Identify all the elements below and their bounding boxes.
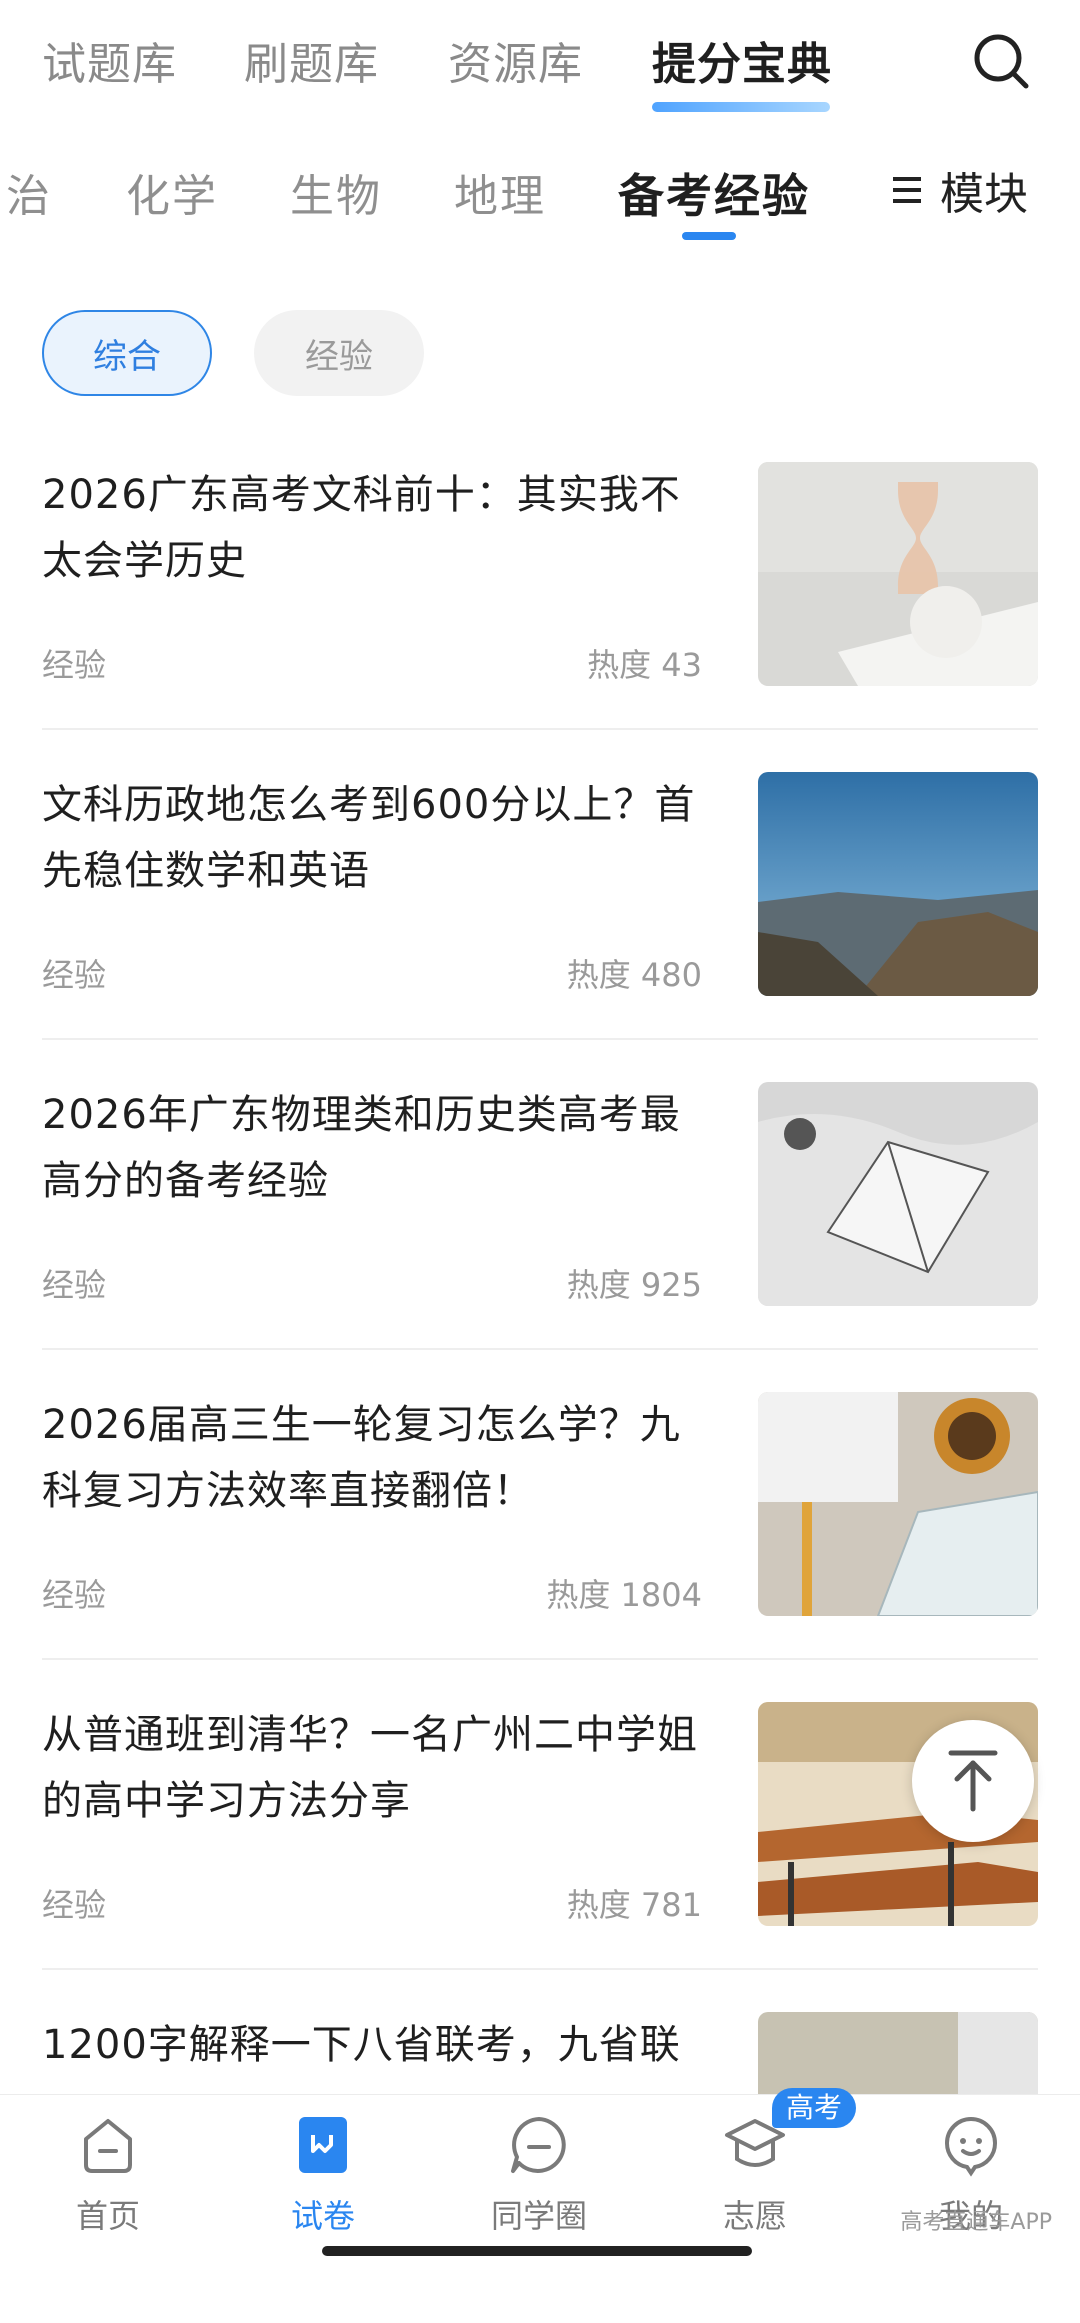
article-title: 2026年广东物理类和历史类高考最高分的备考经验	[42, 1092, 681, 1204]
divider	[42, 1348, 1038, 1350]
article-tag: 经验	[42, 1886, 107, 1924]
list-item[interactable]: 2026广东高考文科前十：其实我不太会学历史 经验 热度 43	[42, 462, 1038, 773]
module-button[interactable]: 模块	[890, 158, 1028, 222]
home-indicator	[322, 2246, 752, 2256]
article-tag: 经验	[42, 956, 107, 994]
tab-chemistry[interactable]: 化学	[126, 160, 218, 224]
article-title: 1200字解释一下八省联考，九省联	[42, 2022, 681, 2068]
divider	[42, 1658, 1038, 1660]
article-title: 2026广东高考文科前十：其实我不太会学历史	[42, 472, 681, 584]
tab-politics[interactable]: 治	[6, 160, 52, 224]
back-to-top-button[interactable]	[912, 1720, 1034, 1842]
article-heat: 热度 43	[587, 646, 702, 684]
article-tag: 经验	[42, 1576, 107, 1614]
article-title: 从普通班到清华？一名广州二中学姐的高中学习方法分享	[42, 1712, 698, 1824]
search-icon[interactable]	[970, 30, 1034, 94]
tab-exam-experience[interactable]: 备考经验	[618, 160, 810, 226]
divider	[42, 728, 1038, 730]
article-tag: 经验	[42, 1266, 107, 1304]
nav-item-volunteer[interactable]: 志愿	[680, 2113, 830, 2237]
watermark: 高考直通车APP	[900, 2210, 1052, 2235]
tab-score-guide[interactable]: 提分宝典	[652, 28, 832, 92]
article-thumbnail	[758, 462, 1038, 686]
nav-label-volunteer: 志愿	[722, 2197, 787, 2235]
active-tab-indicator	[652, 102, 830, 112]
filter-chip-experience[interactable]: 经验	[254, 310, 424, 396]
list-item[interactable]: 文科历政地怎么考到600分以上？首先稳住数学和英语 经验 热度 480	[42, 772, 1038, 1083]
divider	[42, 1968, 1038, 1970]
gaokao-badge: 高考	[772, 2088, 857, 2128]
tab-resource-bank[interactable]: 资源库	[448, 28, 583, 92]
subject-tab-indicator	[682, 232, 736, 240]
article-heat: 热度 1804	[546, 1576, 702, 1614]
tab-practice-bank[interactable]: 刷题库	[244, 28, 379, 92]
nav-label-home: 首页	[75, 2197, 140, 2235]
filter-chip-all[interactable]: 综合	[42, 310, 212, 396]
tab-question-bank[interactable]: 试题库	[42, 28, 177, 92]
divider	[42, 1038, 1038, 1040]
profile-icon	[944, 2116, 998, 2177]
article-heat: 热度 480	[566, 956, 702, 994]
list-item[interactable]: 2026年广东物理类和历史类高考最高分的备考经验 经验 热度 925	[42, 1082, 1038, 1393]
module-label: 模块	[940, 169, 1028, 220]
article-tag: 经验	[42, 646, 107, 684]
article-heat: 热度 781	[566, 1886, 702, 1924]
article-title: 2026届高三生一轮复习怎么学？九科复习方法效率直接翻倍！	[42, 1402, 681, 1514]
nav-item-papers[interactable]: 试卷	[248, 2113, 398, 2237]
arrow-up-icon	[948, 1750, 998, 1812]
tab-geography[interactable]: 地理	[454, 160, 546, 224]
nav-item-classmates[interactable]: 同学圈	[464, 2113, 614, 2237]
article-thumbnail	[758, 772, 1038, 996]
chat-icon	[511, 2117, 566, 2173]
tab-biology[interactable]: 生物	[290, 160, 382, 224]
menu-icon	[893, 177, 921, 203]
nav-label-classmates: 同学圈	[490, 2197, 587, 2235]
article-heat: 热度 925	[566, 1266, 702, 1304]
top-tab-bar: 试题库 刷题库 资源库 提分宝典	[0, 0, 1080, 120]
nav-item-home[interactable]: 首页	[33, 2113, 183, 2237]
article-thumbnail	[758, 1082, 1038, 1306]
article-thumbnail	[758, 1392, 1038, 1616]
nav-label-papers: 试卷	[290, 2197, 355, 2235]
paper-icon	[299, 2117, 347, 2173]
home-icon	[84, 2119, 132, 2173]
list-item[interactable]: 从普通班到清华？一名广州二中学姐的高中学习方法分享 经验 热度 781	[42, 1702, 1038, 2013]
list-item[interactable]: 2026届高三生一轮复习怎么学？九科复习方法效率直接翻倍！ 经验 热度 1804	[42, 1392, 1038, 1703]
article-title: 文科历政地怎么考到600分以上？首先稳住数学和英语	[42, 782, 696, 894]
